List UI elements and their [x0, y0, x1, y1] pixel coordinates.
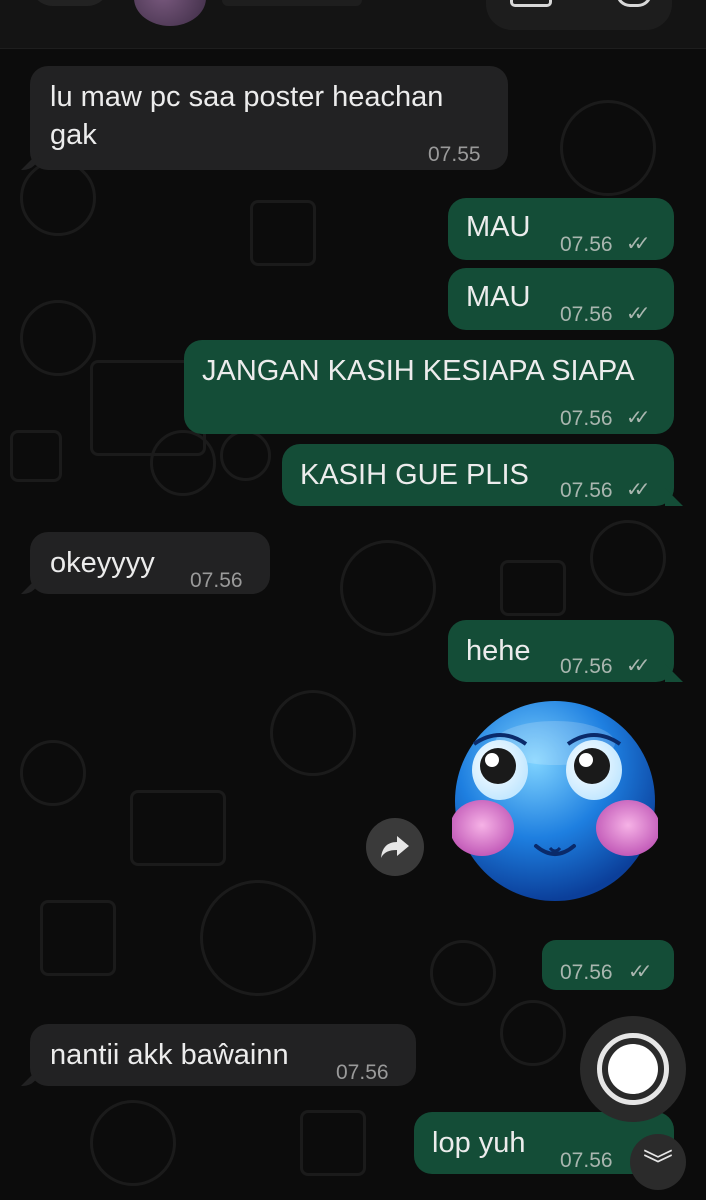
sticker-timestamp: 07.56 ✓✓	[542, 940, 674, 990]
message-text: MAU	[466, 211, 531, 243]
message-time: 07.56	[560, 1149, 613, 1172]
blushing-blue-smiley-sticker[interactable]	[452, 698, 658, 904]
forward-arrow-icon	[381, 836, 409, 858]
read-receipt-icon: ✓✓	[628, 961, 652, 983]
read-receipt-icon: ✓✓	[626, 233, 650, 255]
message-text: KASIH GUE PLIS	[300, 459, 529, 491]
message-time: 07.56	[336, 1061, 389, 1084]
read-receipt-icon: ✓✓	[626, 655, 650, 677]
message-incoming[interactable]: nantii akk baŵainn 07.56	[30, 1024, 416, 1086]
message-time: 07.56	[190, 569, 243, 592]
message-text: nantii akk baŵainn	[50, 1039, 289, 1071]
message-outgoing[interactable]: MAU 07.56 ✓✓	[448, 268, 674, 330]
double-chevron-down-icon: ︾	[643, 1149, 673, 1182]
camera-button[interactable]	[580, 1016, 686, 1122]
shutter-dot	[608, 1044, 658, 1094]
message-incoming[interactable]: okeyyyy 07.56	[30, 532, 270, 594]
message-outgoing[interactable]: JANGAN KASIH KESIAPA SIAPA 07.56 ✓✓	[184, 340, 674, 434]
chat-wallpaper	[0, 0, 706, 1200]
message-outgoing[interactable]: MAU 07.56 ✓✓	[448, 198, 674, 260]
message-text: MAU	[466, 281, 531, 313]
contact-name[interactable]	[222, 0, 362, 6]
message-time: 07.56	[560, 233, 613, 256]
forward-button[interactable]	[366, 818, 424, 876]
message-text: lu maw pc saa poster heachan gak	[50, 81, 444, 151]
message-text: hehe	[466, 635, 531, 667]
message-incoming[interactable]: lu maw pc saa poster heachan gak 07.55	[30, 66, 508, 170]
video-call-icon[interactable]	[510, 0, 552, 7]
read-receipt-icon: ✓✓	[626, 407, 650, 429]
camera-shutter-icon	[597, 1033, 669, 1105]
message-outgoing[interactable]: hehe 07.56 ✓✓	[448, 620, 674, 682]
message-text: lop yuh	[432, 1127, 526, 1159]
message-time: 07.55	[428, 143, 481, 166]
back-button[interactable]	[30, 0, 110, 6]
message-outgoing[interactable]: KASIH GUE PLIS 07.56 ✓✓	[282, 444, 674, 506]
scroll-to-bottom-button[interactable]: ︾	[630, 1134, 686, 1190]
message-text: okeyyyy	[50, 547, 155, 579]
message-time: 07.56	[560, 407, 613, 430]
read-receipt-icon: ✓✓	[626, 479, 650, 501]
message-text: JANGAN KASIH KESIAPA SIAPA	[202, 355, 635, 387]
message-time: 07.56	[560, 479, 613, 502]
chat-header	[0, 0, 706, 49]
message-time: 07.56	[560, 961, 613, 984]
message-time: 07.56	[560, 303, 613, 326]
message-time: 07.56	[560, 655, 613, 678]
read-receipt-icon: ✓✓	[626, 303, 650, 325]
contact-avatar[interactable]	[134, 0, 206, 26]
